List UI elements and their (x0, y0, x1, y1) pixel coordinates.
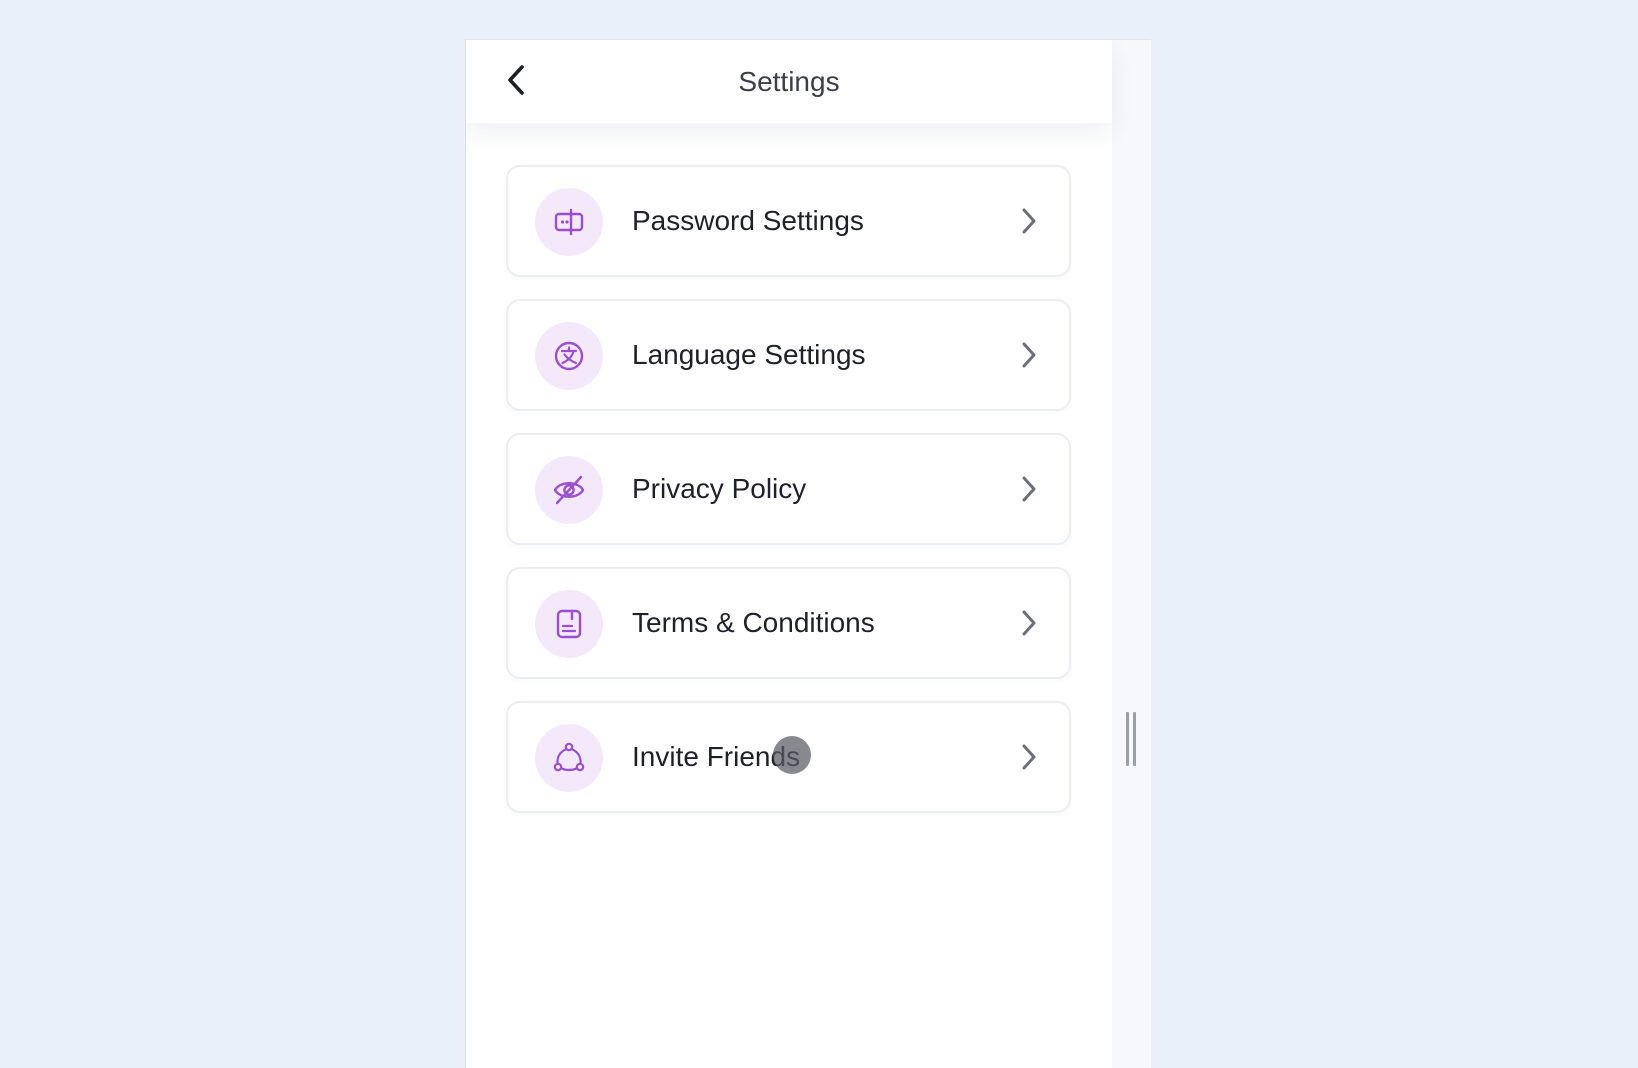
icon-badge (535, 322, 603, 390)
touch-cursor-indicator (773, 736, 811, 774)
back-button[interactable] (492, 56, 540, 104)
chevron-left-icon (508, 65, 524, 95)
language-translate-icon (554, 341, 584, 371)
chevron-right-icon (1013, 339, 1045, 371)
icon-badge (535, 724, 603, 792)
page-title: Settings (738, 66, 840, 97)
password-lock-icon (554, 208, 584, 236)
chevron-right-icon (1013, 473, 1045, 505)
icon-badge (535, 590, 603, 658)
document-icon (556, 609, 582, 639)
settings-item-terms[interactable]: Terms & Conditions (506, 567, 1071, 679)
settings-item-label: Terms & Conditions (632, 607, 875, 638)
settings-item-privacy[interactable]: Privacy Policy (506, 433, 1071, 545)
scroll-gutter (1112, 40, 1151, 1068)
chevron-right-icon (1013, 607, 1045, 639)
settings-item-label: Privacy Policy (632, 473, 807, 504)
settings-item-label: Language Settings (632, 339, 866, 370)
header-bar: Settings (466, 40, 1112, 123)
settings-item-language[interactable]: Language Settings (506, 299, 1071, 411)
eye-off-icon (553, 475, 585, 505)
icon-badge (535, 456, 603, 524)
resize-handle[interactable] (1124, 712, 1138, 766)
chevron-right-icon (1013, 741, 1045, 773)
icon-badge (535, 188, 603, 256)
settings-item-label: Password Settings (632, 205, 864, 236)
settings-list: Password Settings Language Settings Priv… (506, 165, 1071, 835)
chevron-right-icon (1013, 205, 1045, 237)
settings-screen: Settings Password Settings Language Sett… (465, 39, 1151, 1068)
share-network-icon (553, 742, 585, 772)
settings-item-password[interactable]: Password Settings (506, 165, 1071, 277)
